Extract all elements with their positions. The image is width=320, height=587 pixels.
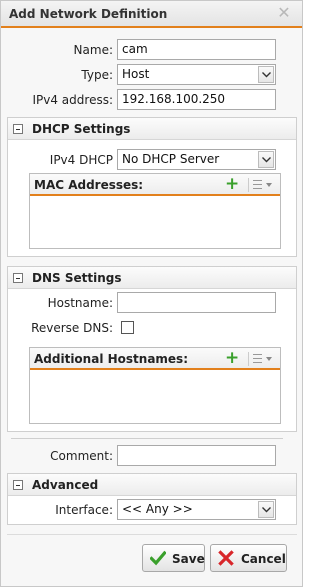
- additional-hostnames-grid: Additional Hostnames: +: [29, 347, 281, 424]
- interface-row: Interface:: [1, 499, 113, 521]
- mac-grid-title: MAC Addresses:: [34, 178, 144, 192]
- list-menu-icon[interactable]: [248, 352, 274, 366]
- interface-label: Interface:: [55, 503, 113, 517]
- collapse-icon[interactable]: [13, 273, 23, 283]
- dhcp-section-header[interactable]: DHCP Settings: [8, 118, 296, 140]
- interface-select-value: << Any >>: [122, 502, 193, 516]
- divider: [7, 534, 297, 535]
- comment-row: Comment:: [1, 445, 113, 467]
- ipv4-dhcp-select-value: No DHCP Server: [122, 152, 220, 166]
- reverse-dns-checkbox[interactable]: [121, 321, 134, 334]
- plus-icon[interactable]: +: [225, 176, 239, 193]
- plus-icon[interactable]: +: [225, 350, 239, 367]
- dns-section-title: DNS Settings: [32, 271, 122, 285]
- chevron-down-icon[interactable]: [258, 66, 274, 83]
- interface-select[interactable]: << Any >>: [117, 499, 276, 520]
- name-row: Name:: [1, 39, 113, 61]
- hostnames-grid-header: Additional Hostnames: +: [30, 348, 280, 370]
- dns-section-header[interactable]: DNS Settings: [8, 267, 296, 289]
- close-icon[interactable]: ✕: [276, 4, 292, 22]
- comment-label: Comment:: [50, 449, 113, 463]
- mac-grid-header: MAC Addresses: +: [30, 174, 280, 196]
- x-icon: [218, 550, 234, 566]
- ipv4-input[interactable]: 192.168.100.250: [117, 89, 276, 110]
- type-row: Type:: [1, 64, 113, 86]
- type-select-value: Host: [122, 67, 150, 81]
- check-icon: [149, 550, 167, 566]
- hostname-row: Hostname:: [1, 292, 113, 314]
- type-select[interactable]: Host: [117, 64, 276, 85]
- chevron-down-icon[interactable]: [258, 151, 274, 168]
- dialog-title: Add Network Definition: [9, 7, 168, 21]
- add-network-dialog: Add Network Definition ✕ Name: cam Type:…: [0, 0, 303, 587]
- ipv4-dhcp-select[interactable]: No DHCP Server: [117, 149, 276, 170]
- name-label: Name:: [73, 43, 113, 57]
- name-input[interactable]: cam: [117, 39, 276, 60]
- dhcp-section-title: DHCP Settings: [32, 122, 131, 136]
- hostname-label: Hostname:: [47, 296, 113, 310]
- save-button[interactable]: Save: [142, 544, 205, 572]
- ipv4-row: IPv4 address:: [1, 89, 113, 111]
- dialog-titlebar[interactable]: Add Network Definition ✕: [1, 1, 302, 28]
- collapse-icon[interactable]: [13, 480, 23, 490]
- list-menu-icon[interactable]: [248, 178, 274, 192]
- type-label: Type:: [81, 68, 113, 82]
- cancel-button-label: Cancel: [241, 552, 286, 566]
- hostname-input[interactable]: [117, 292, 276, 313]
- ipv4-dhcp-label: IPv4 DHCP: [49, 153, 113, 167]
- save-button-label: Save: [172, 552, 205, 566]
- cancel-button[interactable]: Cancel: [210, 544, 287, 572]
- comment-input[interactable]: [117, 445, 276, 466]
- divider: [11, 438, 283, 439]
- advanced-section-title: Advanced: [32, 478, 99, 492]
- ipv4-label: IPv4 address:: [32, 93, 113, 107]
- reverse-dns-row: Reverse DNS:: [1, 317, 113, 339]
- hostnames-grid-title: Additional Hostnames:: [34, 352, 188, 366]
- mac-addresses-grid: MAC Addresses: +: [29, 173, 281, 249]
- advanced-section-header[interactable]: Advanced: [8, 474, 296, 496]
- reverse-dns-label: Reverse DNS:: [31, 321, 113, 335]
- collapse-icon[interactable]: [13, 124, 23, 134]
- ipv4-dhcp-row: IPv4 DHCP: [1, 149, 113, 171]
- chevron-down-icon[interactable]: [258, 501, 274, 518]
